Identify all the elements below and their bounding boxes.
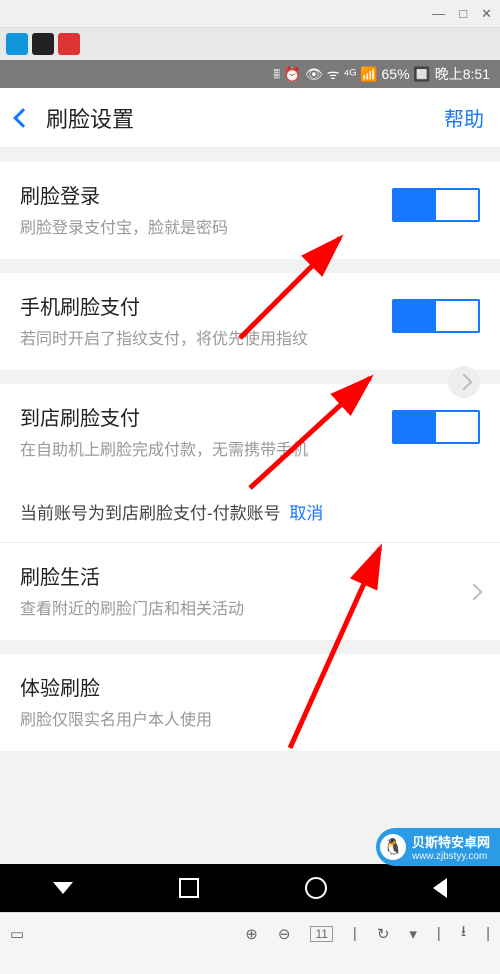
row-title: 刷脸生活 bbox=[20, 561, 456, 590]
status-right: 𝄝 ⏰ 👁 ᯤ ⁴ᴳ 📶 65% 🔲 晚上8:51 bbox=[274, 64, 490, 84]
zoom-in-icon[interactable]: ⊕ bbox=[245, 925, 258, 943]
phone-statusbar: 𝄝 ⏰ 👁 ᯤ ⁴ᴳ 📶 65% 🔲 晚上8:51 bbox=[0, 60, 500, 88]
more-icon[interactable]: ▾ bbox=[409, 925, 417, 943]
toolbar-footer bbox=[0, 954, 500, 974]
tray-app-icon[interactable] bbox=[58, 33, 80, 55]
row-store-facepay[interactable]: 到店刷脸支付 在自助机上刷脸完成付款，无需携带手机 bbox=[0, 384, 500, 481]
row-subtitle: 查看附近的刷脸门店和相关活动 bbox=[20, 598, 456, 622]
help-link[interactable]: 帮助 bbox=[444, 103, 484, 132]
chevron-right-icon[interactable] bbox=[448, 366, 480, 398]
watermark-brand: 贝斯特安卓网 bbox=[412, 832, 490, 851]
zoom-level: 11 bbox=[310, 926, 332, 942]
maximize-icon[interactable]: □ bbox=[459, 6, 467, 21]
row-title: 刷脸登录 bbox=[20, 180, 380, 209]
nav-recent-icon[interactable] bbox=[179, 878, 199, 898]
nav-collapse-icon[interactable] bbox=[53, 882, 73, 894]
android-navbar bbox=[0, 864, 500, 912]
system-tray bbox=[0, 28, 500, 60]
window-controls: — □ ✕ bbox=[0, 0, 500, 28]
row-face-life[interactable]: 刷脸生活 查看附近的刷脸门店和相关活动 bbox=[0, 542, 500, 640]
tray-app-icon[interactable] bbox=[32, 33, 54, 55]
row-phone-facepay[interactable]: 手机刷脸支付 若同时开启了指纹支付，将优先使用指纹 bbox=[0, 273, 500, 370]
cancel-link[interactable]: 取消 bbox=[289, 504, 323, 523]
minimize-icon[interactable]: — bbox=[432, 6, 445, 21]
content: 刷脸登录 刷脸登录支付宝，脸就是密码 手机刷脸支付 若同时开启了指纹支付，将优先… bbox=[0, 148, 500, 864]
row-title: 体验刷脸 bbox=[20, 672, 468, 701]
row-subtitle: 若同时开启了指纹支付，将优先使用指纹 bbox=[20, 328, 380, 352]
row-title: 到店刷脸支付 bbox=[20, 402, 380, 431]
row-face-login[interactable]: 刷脸登录 刷脸登录支付宝，脸就是密码 bbox=[0, 162, 500, 259]
device-icon[interactable]: ▭ bbox=[10, 925, 24, 943]
row-try-face[interactable]: 体验刷脸 刷脸仅限实名用户本人使用 bbox=[0, 654, 500, 751]
tray-app-icon[interactable] bbox=[6, 33, 28, 55]
row-title: 手机刷脸支付 bbox=[20, 291, 380, 320]
row-subtitle: 在自助机上刷脸完成付款，无需携带手机 bbox=[20, 439, 380, 463]
row-account-info: 当前账号为到店刷脸支付-付款账号 取消 bbox=[0, 481, 500, 542]
divider: | bbox=[486, 925, 490, 942]
emulator-toolbar: ▭ ⊕ ⊖ 11 | ↻ ▾ | ⭳ | bbox=[0, 912, 500, 954]
back-icon[interactable] bbox=[13, 108, 33, 128]
divider: | bbox=[353, 925, 357, 942]
watermark-url: www.zjbstyy.com bbox=[412, 851, 490, 862]
row-subtitle: 刷脸登录支付宝，脸就是密码 bbox=[20, 217, 380, 241]
toggle-store-facepay[interactable] bbox=[392, 410, 480, 444]
zoom-out-icon[interactable]: ⊖ bbox=[278, 925, 291, 943]
download-icon[interactable]: ⭳ bbox=[461, 921, 466, 946]
nav-back-icon[interactable] bbox=[433, 878, 447, 898]
watermark: 🐧 贝斯特安卓网 www.zjbstyy.com bbox=[376, 828, 500, 866]
chevron-right-icon bbox=[466, 583, 483, 600]
nav-home-icon[interactable] bbox=[305, 877, 327, 899]
toggle-face-login[interactable] bbox=[392, 188, 480, 222]
appbar: 刷脸设置 帮助 bbox=[0, 88, 500, 148]
row-subtitle: 刷脸仅限实名用户本人使用 bbox=[20, 709, 468, 733]
refresh-icon[interactable]: ↻ bbox=[377, 925, 390, 943]
close-icon[interactable]: ✕ bbox=[481, 6, 492, 22]
page-title: 刷脸设置 bbox=[46, 102, 134, 134]
divider: | bbox=[437, 925, 441, 942]
watermark-logo-icon: 🐧 bbox=[380, 834, 406, 860]
toggle-phone-facepay[interactable] bbox=[392, 299, 480, 333]
